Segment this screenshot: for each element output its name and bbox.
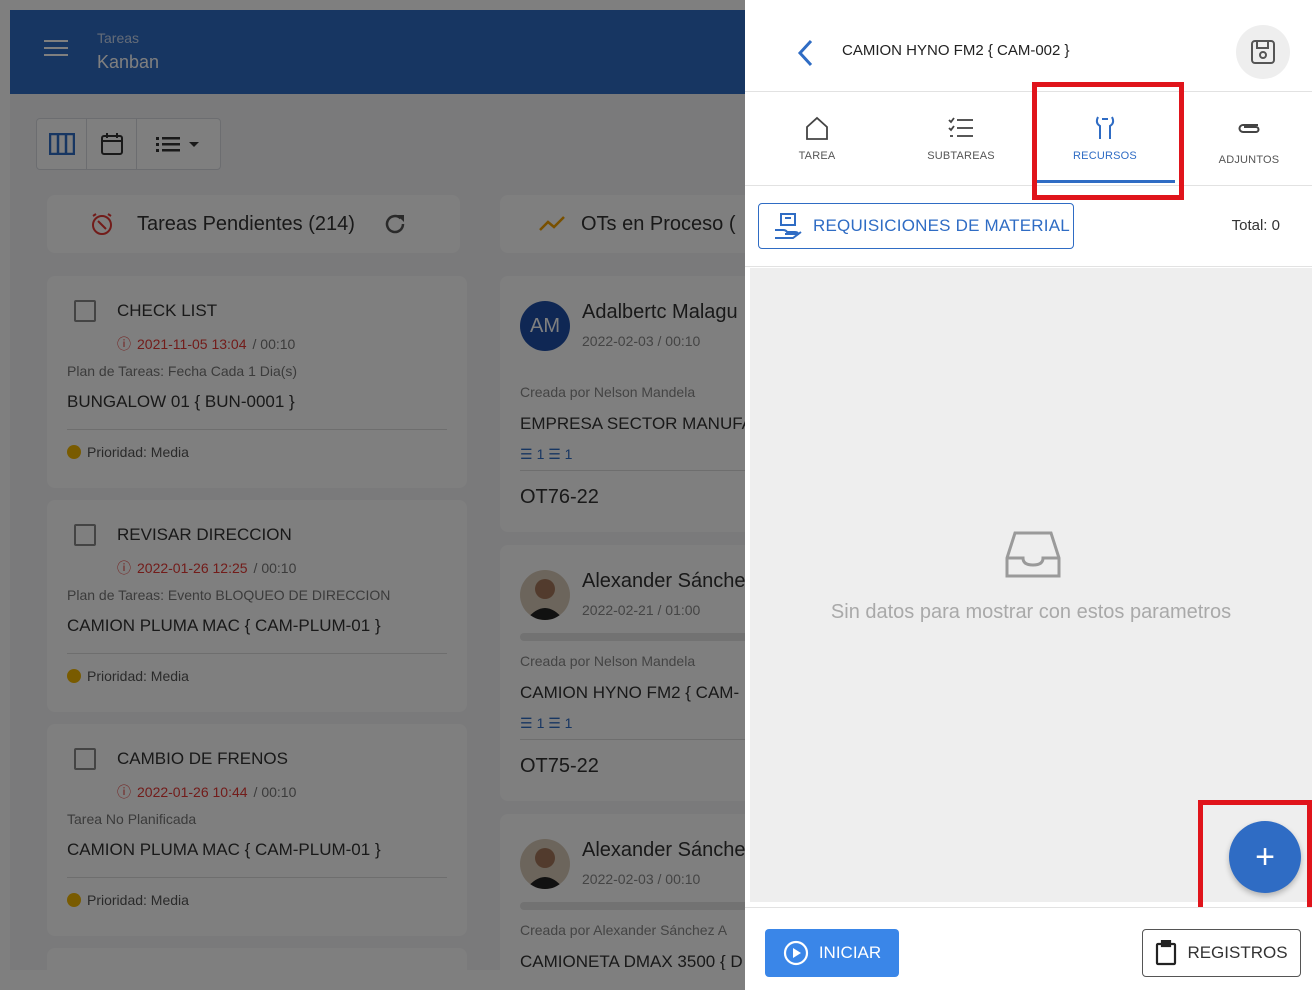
inbox-icon bbox=[1005, 530, 1061, 585]
tab-tarea[interactable]: TAREA bbox=[747, 92, 887, 186]
tab-label: SUBTAREAS bbox=[927, 150, 995, 162]
tab-subtareas[interactable]: SUBTAREAS bbox=[891, 92, 1031, 186]
save-icon bbox=[1251, 40, 1275, 64]
empty-state: Sin datos para mostrar con estos paramet… bbox=[750, 268, 1312, 902]
paperclip-icon bbox=[1236, 114, 1262, 142]
add-resource-button[interactable]: + bbox=[1229, 821, 1301, 893]
modal-backdrop[interactable] bbox=[0, 0, 745, 990]
requisitions-button[interactable]: REQUISICIONES DE MATERIAL bbox=[758, 203, 1074, 249]
resources-total: Total: 0 bbox=[1231, 217, 1280, 234]
back-button[interactable] bbox=[793, 38, 817, 68]
home-icon bbox=[804, 114, 830, 142]
logs-button[interactable]: REGISTROS bbox=[1142, 929, 1301, 977]
active-tab-indicator bbox=[1037, 180, 1175, 183]
checklist-icon bbox=[948, 114, 974, 142]
tab-bar: TAREA SUBTAREAS RECURSOS ADJUNTOS bbox=[745, 82, 1312, 200]
tab-label: RECURSOS bbox=[1073, 150, 1137, 162]
hand-package-icon bbox=[775, 213, 802, 239]
panel-title: CAMION HYNO FM2 { CAM-002 } bbox=[842, 42, 1070, 59]
tab-adjuntos[interactable]: ADJUNTOS bbox=[1179, 92, 1312, 186]
tools-icon bbox=[1094, 114, 1116, 142]
requisitions-label: REQUISICIONES DE MATERIAL bbox=[813, 216, 1070, 235]
logs-label: REGISTROS bbox=[1187, 943, 1288, 962]
save-button[interactable] bbox=[1236, 25, 1290, 79]
tab-recursos[interactable]: RECURSOS bbox=[1035, 92, 1175, 186]
plus-icon: + bbox=[1255, 838, 1275, 876]
start-button[interactable]: INICIAR bbox=[765, 929, 899, 977]
play-circle-icon bbox=[783, 940, 808, 966]
panel-header: CAMION HYNO FM2 { CAM-002 } bbox=[745, 10, 1312, 92]
start-label: INICIAR bbox=[818, 943, 882, 962]
tab-label: TAREA bbox=[798, 150, 836, 162]
clipboard-icon bbox=[1156, 940, 1177, 966]
tab-label: ADJUNTOS bbox=[1218, 154, 1280, 166]
page: Tareas Kanban Tareas Pendientes (214) bbox=[0, 0, 1312, 990]
task-detail-panel: CAMION HYNO FM2 { CAM-002 } TAREA SUBTAR… bbox=[745, 0, 1312, 990]
panel-footer: INICIAR REGISTROS bbox=[745, 907, 1312, 990]
chevron-left-icon bbox=[797, 39, 813, 67]
empty-message: Sin datos para mostrar con estos paramet… bbox=[830, 601, 1232, 623]
resources-toolbar: REQUISICIONES DE MATERIAL Total: 0 bbox=[745, 187, 1312, 267]
